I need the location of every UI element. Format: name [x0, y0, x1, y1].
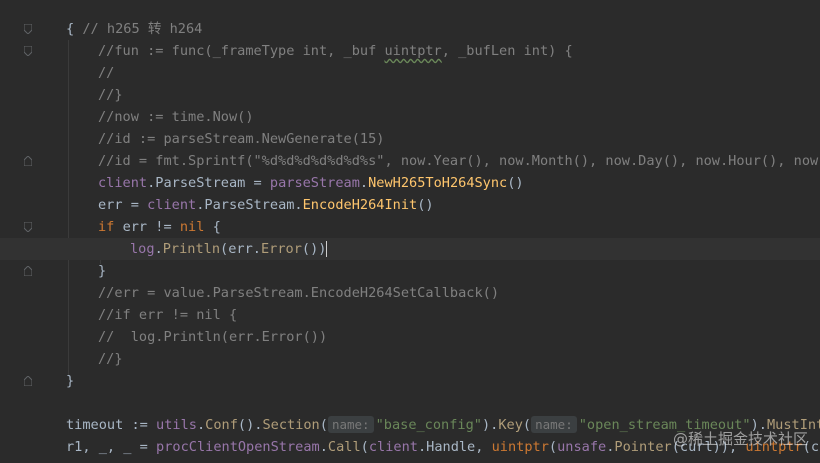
code-token: // — [98, 65, 115, 81]
code-line[interactable]: } — [0, 260, 820, 282]
code-token: client — [98, 175, 148, 191]
code-token: ( — [548, 439, 558, 455]
code-token: () — [417, 197, 434, 213]
code-token: } — [98, 263, 107, 279]
code-token: r1, _, _ = — [66, 439, 157, 455]
code-token: (err. — [220, 241, 261, 257]
parameter-hint: name: — [531, 416, 577, 433]
code-token: //} — [98, 87, 123, 103]
code-token: .Handle, — [417, 439, 492, 455]
code-token: err = — [98, 197, 148, 213]
code-token: ( — [522, 417, 532, 433]
code-token: parseStream — [269, 175, 360, 191]
code-token: //if err != nil { — [98, 307, 238, 323]
code-text: } — [66, 370, 74, 392]
code-line[interactable]: { // h265 转 h264 — [0, 18, 820, 40]
code-token: ()) — [301, 241, 327, 257]
code-token: // h265 转 h264 — [82, 21, 203, 37]
code-line[interactable]: //} — [0, 84, 820, 106]
code-token: NewH265ToH264Sync — [368, 175, 508, 191]
code-line[interactable]: // log.Println(err.Error()) — [0, 326, 820, 348]
code-text: //now := time.Now() — [98, 106, 254, 128]
code-token: , _bufLen int) { — [441, 43, 573, 59]
code-token: nil — [179, 219, 213, 235]
code-text: client.ParseStream = parseStream.NewH265… — [98, 172, 524, 194]
code-token: utils — [156, 417, 197, 433]
code-token: Pointer — [614, 439, 672, 455]
code-line[interactable]: //} — [0, 348, 820, 370]
code-token: ( — [319, 417, 328, 433]
code-text: if err != nil { — [98, 216, 221, 238]
code-line[interactable]: err = client.ParseStream.EncodeH264Init(… — [0, 194, 820, 216]
code-line[interactable]: // — [0, 62, 820, 84]
code-token: if — [98, 219, 123, 235]
code-token: { — [212, 219, 221, 235]
text-caret — [326, 241, 328, 257]
code-token: Conf — [205, 417, 238, 433]
code-line[interactable]: //if err != nil { — [0, 304, 820, 326]
code-line[interactable] — [0, 392, 820, 414]
code-token: (). — [237, 417, 263, 433]
code-token: uintptr — [491, 439, 549, 455]
parameter-hint: name: — [327, 416, 374, 433]
code-token: uintptr — [384, 43, 442, 59]
code-token: Println — [162, 241, 221, 257]
code-token: err != — [122, 219, 180, 235]
code-token: Error — [260, 241, 302, 257]
code-line[interactable]: //id = fmt.Sprintf("%d%d%d%d%d%d%s", now… — [0, 150, 820, 172]
code-token: "base_config" — [375, 417, 482, 433]
code-token: . — [196, 417, 206, 433]
code-line[interactable]: log.Println(err.Error()) — [0, 238, 820, 260]
code-token: . — [319, 439, 328, 455]
code-text: //} — [98, 348, 123, 370]
code-token: //} — [98, 351, 123, 367]
code-token: //fun := func(_frameType int, _buf — [98, 43, 385, 59]
code-token: client — [147, 197, 197, 213]
code-text: err = client.ParseStream.EncodeH264Init(… — [98, 194, 434, 216]
code-line[interactable]: //fun := func(_frameType int, _buf uintp… — [0, 40, 820, 62]
watermark: @稀土掘金技术社区 — [672, 430, 808, 448]
code-token: //now := time.Now() — [98, 109, 254, 125]
code-token: Key — [498, 417, 523, 433]
code-token: . — [154, 241, 163, 257]
code-token: procClientOpenStream — [156, 439, 320, 455]
code-line[interactable]: } — [0, 370, 820, 392]
code-text: log.Println(err.Error()) — [130, 238, 328, 260]
code-token: Call — [327, 439, 361, 455]
code-token: //id = fmt.Sprintf("%d%d%d%d%d%d%s", now… — [98, 153, 820, 169]
code-token: //id := parseStream.NewGenerate(15) — [98, 131, 385, 147]
code-token: . — [359, 175, 369, 191]
code-text: //err = value.ParseStream.EncodeH264SetC… — [98, 282, 499, 304]
code-text: } — [98, 260, 106, 282]
code-token: //err = value.ParseStream.EncodeH264SetC… — [98, 285, 500, 301]
code-text: // log.Println(err.Error()) — [98, 326, 327, 348]
code-text: //id := parseStream.NewGenerate(15) — [98, 128, 384, 150]
code-token: ). — [481, 417, 499, 433]
code-token: client — [368, 439, 418, 455]
code-token: log — [130, 241, 155, 257]
code-text: { // h265 转 h264 — [66, 18, 202, 40]
code-token: Section — [262, 417, 320, 433]
code-text: //fun := func(_frameType int, _buf uintp… — [98, 40, 573, 62]
code-token: // log.Println(err.Error()) — [98, 329, 328, 345]
code-line[interactable]: //id := parseStream.NewGenerate(15) — [0, 128, 820, 150]
code-token: ParseStream. — [204, 197, 303, 213]
code-line[interactable]: //now := time.Now() — [0, 106, 820, 128]
code-text: // — [98, 62, 114, 84]
code-token: } — [66, 373, 75, 389]
code-token: = — [245, 175, 270, 191]
code-line[interactable]: if err != nil { — [0, 216, 820, 238]
code-text: //id = fmt.Sprintf("%d%d%d%d%d%d%s", now… — [98, 150, 820, 172]
code-token: EncodeH264Init — [302, 197, 418, 213]
code-token: ( — [360, 439, 369, 455]
code-text: //if err != nil { — [98, 304, 237, 326]
code-token: unsafe — [557, 439, 607, 455]
code-line[interactable]: //err = value.ParseStream.EncodeH264SetC… — [0, 282, 820, 304]
code-token: timeout := — [66, 417, 157, 433]
code-text: //} — [98, 84, 123, 106]
code-line[interactable]: client.ParseStream = parseStream.NewH265… — [0, 172, 820, 194]
code-token: ParseStream — [155, 175, 246, 191]
code-token: { — [66, 21, 83, 37]
code-token: () — [507, 175, 524, 191]
